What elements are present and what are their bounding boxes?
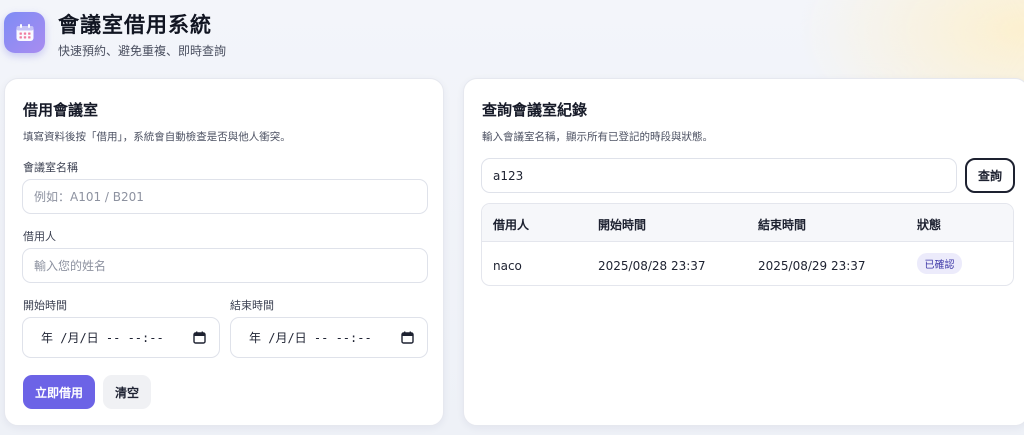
query-room-value: a123 <box>493 168 524 183</box>
column-header-status: 狀態 <box>917 218 942 232</box>
app-subtitle: 快速預約、避免重複、即時查詢 <box>58 44 227 58</box>
borrower-label: 借用人 <box>23 230 56 243</box>
borrow-card: 借用會議室 填寫資料後按「借用」，系統會自動檢查是否與他人衝突。 會議室名稱 例… <box>4 78 444 426</box>
borrower-input[interactable]: 輸入您的姓名 <box>22 248 428 283</box>
clear-button[interactable]: 清空 <box>103 375 151 409</box>
end-time-label: 結束時間 <box>230 299 274 312</box>
column-header-end: 結束時間 <box>758 218 807 232</box>
borrow-card-title: 借用會議室 <box>23 101 99 119</box>
row-borrower: naco <box>493 259 522 273</box>
borrow-submit-button[interactable]: 立即借用 <box>23 375 95 409</box>
query-card-description: 輸入會議室名稱，顯示所有已登記的時段與狀態。 <box>482 131 713 143</box>
records-table: 借用人 開始時間 結束時間 狀態 naco 2025/08/28 23:37 2… <box>481 203 1014 286</box>
calendar-icon <box>4 12 45 53</box>
start-time-label: 開始時間 <box>23 299 67 312</box>
table-header: 借用人 開始時間 結束時間 狀態 <box>482 204 1013 242</box>
borrower-placeholder: 輸入您的姓名 <box>34 259 107 273</box>
status-badge: 已確認 <box>917 253 962 274</box>
column-header-start: 開始時間 <box>598 218 647 232</box>
query-room-input[interactable]: a123 <box>481 158 957 193</box>
borrow-card-description: 填寫資料後按「借用」，系統會自動檢查是否與他人衝突。 <box>23 131 291 143</box>
room-input[interactable]: 例如：A101 / B201 <box>22 179 428 214</box>
end-time-value: 年 /月/日 -- --:-- <box>249 331 372 345</box>
calendar-picker-icon[interactable] <box>401 331 414 347</box>
app-title: 會議室借用系統 <box>58 13 212 37</box>
app-header: 會議室借用系統 快速預約、避免重複、即時查詢 <box>0 0 1024 70</box>
end-time-input[interactable]: 年 /月/日 -- --:-- <box>230 317 428 358</box>
calendar-picker-icon[interactable] <box>193 331 206 347</box>
start-time-input[interactable]: 年 /月/日 -- --:-- <box>22 317 220 358</box>
query-card-title: 查詢會議室紀錄 <box>482 101 588 119</box>
column-header-borrower: 借用人 <box>493 218 530 232</box>
room-placeholder: 例如：A101 / B201 <box>34 190 144 204</box>
query-button[interactable]: 查詢 <box>965 158 1015 193</box>
row-start-time: 2025/08/28 23:37 <box>598 259 706 273</box>
query-card: 查詢會議室紀錄 輸入會議室名稱，顯示所有已登記的時段與狀態。 a123 查詢 借… <box>463 78 1024 426</box>
row-end-time: 2025/08/29 23:37 <box>758 259 866 273</box>
room-label: 會議室名稱 <box>23 161 78 174</box>
start-time-value: 年 /月/日 -- --:-- <box>41 331 164 345</box>
